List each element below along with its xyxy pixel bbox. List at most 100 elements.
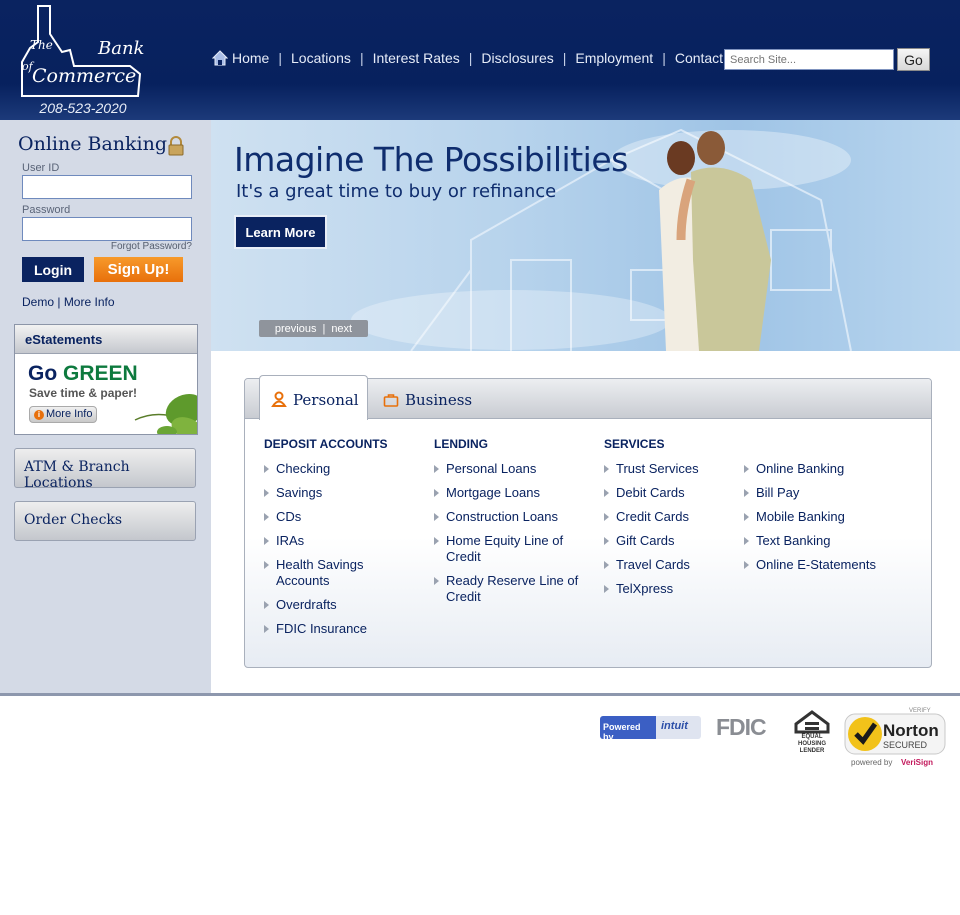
tab-business[interactable]: Business: [383, 391, 472, 409]
slider-next[interactable]: next: [331, 323, 352, 335]
logo-commerce: Commerce: [32, 65, 136, 87]
tab-personal-label: Personal: [293, 391, 359, 409]
link-telxpress[interactable]: TelXpress: [604, 581, 739, 597]
logo-the: The: [30, 38, 53, 52]
order-checks-button[interactable]: Order Checks: [14, 501, 196, 541]
estatements-title: eStatements: [15, 325, 197, 354]
demo-links: Demo | More Info: [22, 295, 115, 309]
nav-interest-rates[interactable]: Interest Rates: [373, 50, 460, 66]
link-text-banking[interactable]: Text Banking: [744, 533, 914, 549]
go-word: Go: [28, 362, 58, 385]
intuit-brand-label: intuit: [656, 716, 701, 739]
link-overdrafts[interactable]: Overdrafts: [264, 597, 424, 613]
go-green-text: Go GREEN: [28, 362, 138, 386]
forgot-password-link[interactable]: Forgot Password?: [110, 241, 192, 252]
hero-banner: Imagine The Possibilities It's a great t…: [211, 120, 960, 351]
demo-link[interactable]: Demo: [22, 295, 54, 309]
link-health-savings-accounts[interactable]: Health Savings Accounts: [264, 557, 384, 589]
nav-separator: |: [562, 50, 567, 66]
lock-icon: [168, 136, 184, 156]
tab-bar: Personal Business: [245, 375, 931, 420]
column-heading: LENDING: [434, 437, 488, 451]
equal-housing-lender-text: EQUAL HOUSING LENDER: [797, 734, 826, 754]
link-mortgage-loans[interactable]: Mortgage Loans: [434, 485, 594, 501]
nav-separator: |: [468, 50, 473, 66]
link-gift-cards[interactable]: Gift Cards: [604, 533, 739, 549]
home-icon[interactable]: [212, 50, 228, 66]
nav-separator: |: [662, 50, 666, 66]
column-heading: [744, 437, 914, 461]
intuit-powered-label: Powered by: [600, 716, 656, 739]
fdic-logo: FDIC: [716, 714, 767, 740]
banner-title: Imagine The Possibilities: [234, 140, 628, 179]
column-heading: DEPOSIT ACCOUNTS: [264, 437, 388, 451]
footer-divider: [0, 693, 960, 696]
link-fdic-insurance[interactable]: FDIC Insurance: [264, 621, 424, 637]
link-cds[interactable]: CDs: [264, 509, 424, 525]
search-input[interactable]: [724, 49, 894, 70]
link-construction-loans[interactable]: Construction Loans: [434, 509, 594, 525]
nav-home[interactable]: Home: [232, 50, 269, 66]
logo-bank: Bank: [97, 38, 144, 59]
norton-verify-text: VERIFY: [909, 708, 931, 714]
online-services-column: Online Banking Bill Pay Mobile Banking T…: [744, 437, 914, 581]
banner-subtitle: It's a great time to buy or refinance: [236, 181, 557, 202]
norton-powered-by-text: powered by: [851, 758, 892, 767]
link-mobile-banking[interactable]: Mobile Banking: [744, 509, 914, 525]
link-savings[interactable]: Savings: [264, 485, 424, 501]
password-label: Password: [22, 204, 71, 216]
link-debit-cards[interactable]: Debit Cards: [604, 485, 739, 501]
slider-previous[interactable]: previous: [275, 323, 317, 335]
nav-employment[interactable]: Employment: [575, 50, 653, 66]
norton-secured-text: SECURED: [883, 740, 928, 750]
online-banking-title: Online Banking: [18, 133, 168, 155]
user-id-field[interactable]: [22, 175, 192, 199]
green-word: GREEN: [63, 362, 138, 385]
tab-personal[interactable]: Personal: [259, 375, 368, 420]
slider-navigation: previous | next: [259, 320, 368, 337]
atm-branch-locations-button[interactable]: ATM & Branch Locations: [14, 448, 196, 491]
more-info-label: More Info: [46, 408, 93, 420]
signup-button[interactable]: Sign Up!: [94, 257, 183, 282]
link-iras[interactable]: IRAs: [264, 533, 424, 549]
link-travel-cards[interactable]: Travel Cards: [604, 557, 739, 573]
deposit-accounts-column: DEPOSIT ACCOUNTS Checking Savings CDs IR…: [264, 437, 424, 645]
estatements-more-info-button[interactable]: i More Info: [29, 406, 97, 423]
link-online-banking[interactable]: Online Banking: [744, 461, 914, 477]
nav-separator: |: [278, 50, 282, 66]
slider-separator: |: [322, 322, 326, 335]
norton-verisign-text: VeriSign: [901, 758, 933, 767]
search-go-button[interactable]: Go: [897, 48, 930, 71]
products-panel: Personal Business DEPOSIT ACCOUNTS Check…: [244, 375, 932, 668]
learn-more-button[interactable]: Learn More: [234, 215, 327, 249]
link-ready-reserve-line-of-credit[interactable]: Ready Reserve Line of Credit: [434, 573, 584, 605]
nav-locations[interactable]: Locations: [291, 50, 351, 66]
briefcase-icon: [383, 394, 399, 407]
link-checking[interactable]: Checking: [264, 461, 424, 477]
link-personal-loans[interactable]: Personal Loans: [434, 461, 594, 477]
link-trust-services[interactable]: Trust Services: [604, 461, 739, 477]
nav-separator: |: [359, 50, 364, 66]
site-header: The Bank of Commerce 208-523-2020 Home |…: [0, 0, 960, 120]
norton-secured-badge[interactable]: VERIFY Norton SECURED powered by VeriSig…: [843, 704, 947, 768]
nav-disclosures[interactable]: Disclosures: [481, 50, 553, 66]
norton-name-text: Norton: [883, 721, 939, 740]
password-field[interactable]: [22, 217, 192, 241]
estatements-box[interactable]: eStatements Go GREEN Save time & paper! …: [14, 324, 198, 435]
top-navigation: Home | Locations | Interest Rates | Disc…: [212, 50, 744, 66]
tab-business-label: Business: [405, 391, 473, 409]
link-bill-pay[interactable]: Bill Pay: [744, 485, 914, 501]
column-heading: SERVICES: [604, 437, 665, 451]
login-button[interactable]: Login: [22, 257, 84, 282]
lending-column: LENDING Personal Loans Mortgage Loans Co…: [434, 437, 594, 613]
info-icon: i: [34, 410, 44, 420]
link-online-e-statements[interactable]: Online E-Statements: [744, 557, 914, 573]
powered-by-intuit-badge[interactable]: Powered by intuit: [600, 716, 701, 739]
link-home-equity-line-of-credit[interactable]: Home Equity Line of Credit: [434, 533, 574, 565]
bank-logo[interactable]: The Bank of Commerce: [18, 4, 150, 99]
link-credit-cards[interactable]: Credit Cards: [604, 509, 739, 525]
phone-number: 208-523-2020: [39, 100, 127, 116]
more-info-link[interactable]: More Info: [64, 295, 115, 309]
services-column: SERVICES Trust Services Debit Cards Cred…: [604, 437, 739, 605]
save-time-text: Save time & paper!: [29, 386, 138, 400]
